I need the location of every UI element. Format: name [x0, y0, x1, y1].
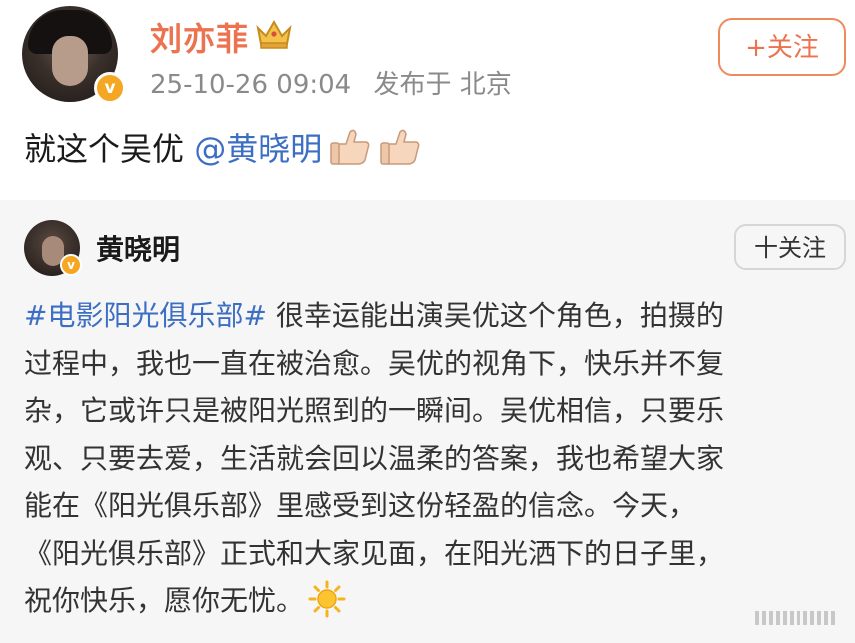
repost-text: #电影阳光俱乐部# 很幸运能出演吴优这个角色，拍摄的 过程中，我也一直在被治愈。… — [24, 292, 836, 625]
post-text-body: 就这个吴优 — [24, 130, 195, 168]
repost-line: #电影阳光俱乐部# 很幸运能出演吴优这个角色，拍摄的 — [24, 292, 836, 340]
watermark-icon — [755, 609, 836, 625]
repost-follow-button[interactable]: 十关注 — [734, 224, 846, 270]
sun-icon — [308, 580, 346, 618]
hashtag-link[interactable]: #电影阳光俱乐部# — [24, 299, 267, 332]
post-location: 发布于 北京 — [373, 70, 512, 100]
thumbs-up-icon — [330, 129, 370, 165]
avatar-face — [52, 36, 88, 86]
repost-line: 过程中，我也一直在被治愈。吴优的视角下，快乐并不复 — [24, 346, 725, 380]
repost-line-text: 祝你快乐，愿你无忧。 — [24, 584, 305, 617]
repost-line: 能在《阳光俱乐部》里感受到这份轻盈的信念。今天， — [24, 489, 697, 522]
repost-line: 杂，它或许只是被阳光照到的一瞬间。吴优相信，只要乐 — [24, 394, 725, 427]
verified-badge-icon: v — [60, 254, 82, 276]
post-timestamp: 25-10-26 09:04 — [150, 70, 352, 100]
repost-line: 《阳光俱乐部》正式和大家见面，在阳光洒下的日子里， — [24, 536, 725, 570]
post-meta: 25-10-26 09:04 发布于 北京 — [150, 64, 526, 101]
follow-button[interactable]: +关注 — [718, 18, 846, 76]
verified-badge-icon: v — [94, 72, 126, 104]
repost-username[interactable]: 黄晓明 — [96, 228, 180, 268]
post-username[interactable]: 刘亦菲 — [150, 14, 249, 60]
crown-icon — [256, 19, 292, 49]
thumbs-up-icon — [380, 129, 420, 165]
repost-line: 祝你快乐，愿你无忧。 — [24, 577, 836, 625]
repost-line: 观、只要去爱，生活就会回以温柔的答案，我也希望大家 — [24, 441, 725, 475]
weibo-post: v 刘亦菲 25-10-26 09:04 发布于 北京 +关注 就这个吴优 @黄… — [0, 0, 855, 200]
reposted-content[interactable]: v 黄晓明 十关注 #电影阳光俱乐部# 很幸运能出演吴优这个角色，拍摄的 过程中… — [0, 200, 855, 643]
mention-link[interactable]: @黄晓明 — [194, 130, 322, 168]
repost-line-text: 很幸运能出演吴优这个角色，拍摄的 — [266, 299, 724, 332]
post-text: 就这个吴优 @黄晓明 — [24, 124, 422, 170]
